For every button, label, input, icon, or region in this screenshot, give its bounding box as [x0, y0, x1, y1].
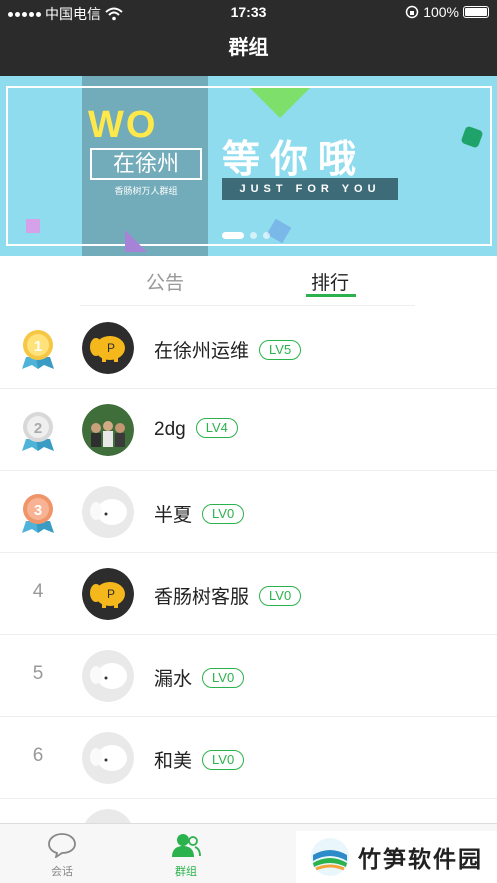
- rank-number: 5: [32, 663, 44, 684]
- list-item[interactable]: 6 和美 LV0: [0, 717, 497, 799]
- svg-text:2: 2: [34, 420, 42, 437]
- level-badge: LV0: [202, 668, 245, 688]
- list-item[interactable]: 4 P 香肠树客服 LV0: [0, 553, 497, 635]
- list-item[interactable]: 1 P 在徐州运维 LV5: [0, 307, 497, 389]
- tab-group[interactable]: 群组: [146, 832, 226, 879]
- banner-headline: 等你哦: [222, 139, 367, 181]
- banner-pager[interactable]: [222, 232, 270, 239]
- tab-label: 会话: [51, 866, 73, 878]
- list-item[interactable]: 5 漏水 LV0: [0, 635, 497, 717]
- elephant-avatar-light: [82, 486, 134, 538]
- bamboo-logo-icon: [311, 838, 349, 876]
- svg-text:P: P: [107, 587, 115, 601]
- elephant-avatar-dark: P: [82, 322, 134, 374]
- page-title: 群组: [228, 37, 269, 59]
- watermark-text: 竹笋软件园: [358, 846, 483, 872]
- banner-decoration: [26, 219, 40, 233]
- group-icon: [172, 834, 201, 857]
- pager-dot-active[interactable]: [222, 232, 244, 239]
- tab-chat[interactable]: 会话: [22, 832, 102, 879]
- member-name: 2dg LV4: [154, 418, 238, 441]
- elephant-avatar-light: [82, 650, 134, 702]
- silver-medal-icon: 2: [22, 412, 54, 451]
- rank-number: 6: [32, 745, 44, 766]
- elephant-avatar-dark: P: [82, 568, 134, 620]
- gold-medal-icon: 1: [22, 330, 54, 369]
- tab-label: 群组: [175, 866, 197, 878]
- ranking-list: 1 P 在徐州运维 LV5 2 2dg LV4 3 半夏 LV0 4 P 香肠树…: [0, 307, 497, 861]
- status-right: 100%: [405, 4, 489, 20]
- elephant-avatar-light: [82, 732, 134, 784]
- level-badge: LV0: [202, 750, 245, 770]
- level-badge: LV0: [202, 504, 245, 524]
- pager-dot[interactable]: [250, 232, 257, 239]
- tab-active-indicator: [306, 294, 356, 297]
- banner-carousel[interactable]: WO 在徐州 香肠树万人群组 等你哦 JUST FOR YOU: [0, 76, 497, 256]
- svg-text:P: P: [107, 341, 115, 355]
- banner-city-text: 在徐州: [90, 148, 202, 180]
- segment-tabs: 公告 排行: [0, 256, 497, 306]
- status-bar: 中国电信 17:33 100%: [0, 0, 497, 26]
- banner-wo-text: WO: [88, 104, 158, 146]
- svg-text:1: 1: [34, 338, 42, 355]
- member-name: 在徐州运维 LV5: [154, 336, 302, 363]
- member-name: 香肠树客服 LV0: [154, 582, 302, 609]
- member-name: 和美 LV0: [154, 746, 245, 773]
- svg-text:3: 3: [34, 502, 42, 519]
- level-badge: LV4: [195, 418, 238, 438]
- banner-tagline: JUST FOR YOU: [222, 178, 398, 200]
- bronze-medal-icon: 3: [22, 494, 54, 533]
- watermark: 竹笋软件园: [296, 831, 497, 883]
- tab-announcement[interactable]: 公告: [146, 268, 184, 295]
- chat-bubble-icon: [48, 833, 76, 860]
- group-photo-avatar: [82, 404, 134, 456]
- rank-number: 4: [32, 581, 44, 602]
- list-item[interactable]: 3 半夏 LV0: [0, 471, 497, 553]
- banner-decoration: [125, 230, 147, 252]
- tab-ranking[interactable]: 排行: [311, 268, 349, 295]
- list-item[interactable]: 2 2dg LV4: [0, 389, 497, 471]
- level-badge: LV0: [259, 586, 302, 606]
- battery-percent: 100%: [423, 4, 459, 20]
- level-badge: LV5: [259, 340, 302, 360]
- member-name: 半夏 LV0: [154, 500, 245, 527]
- battery-icon: [463, 6, 489, 18]
- member-name: 漏水 LV0: [154, 664, 245, 691]
- pager-dot[interactable]: [263, 232, 270, 239]
- divider: [80, 305, 415, 306]
- banner-decoration: [250, 88, 310, 118]
- nav-bar: 群组: [0, 26, 497, 76]
- banner-sub-text: 香肠树万人群组: [114, 186, 178, 196]
- orientation-lock-icon: [405, 5, 419, 19]
